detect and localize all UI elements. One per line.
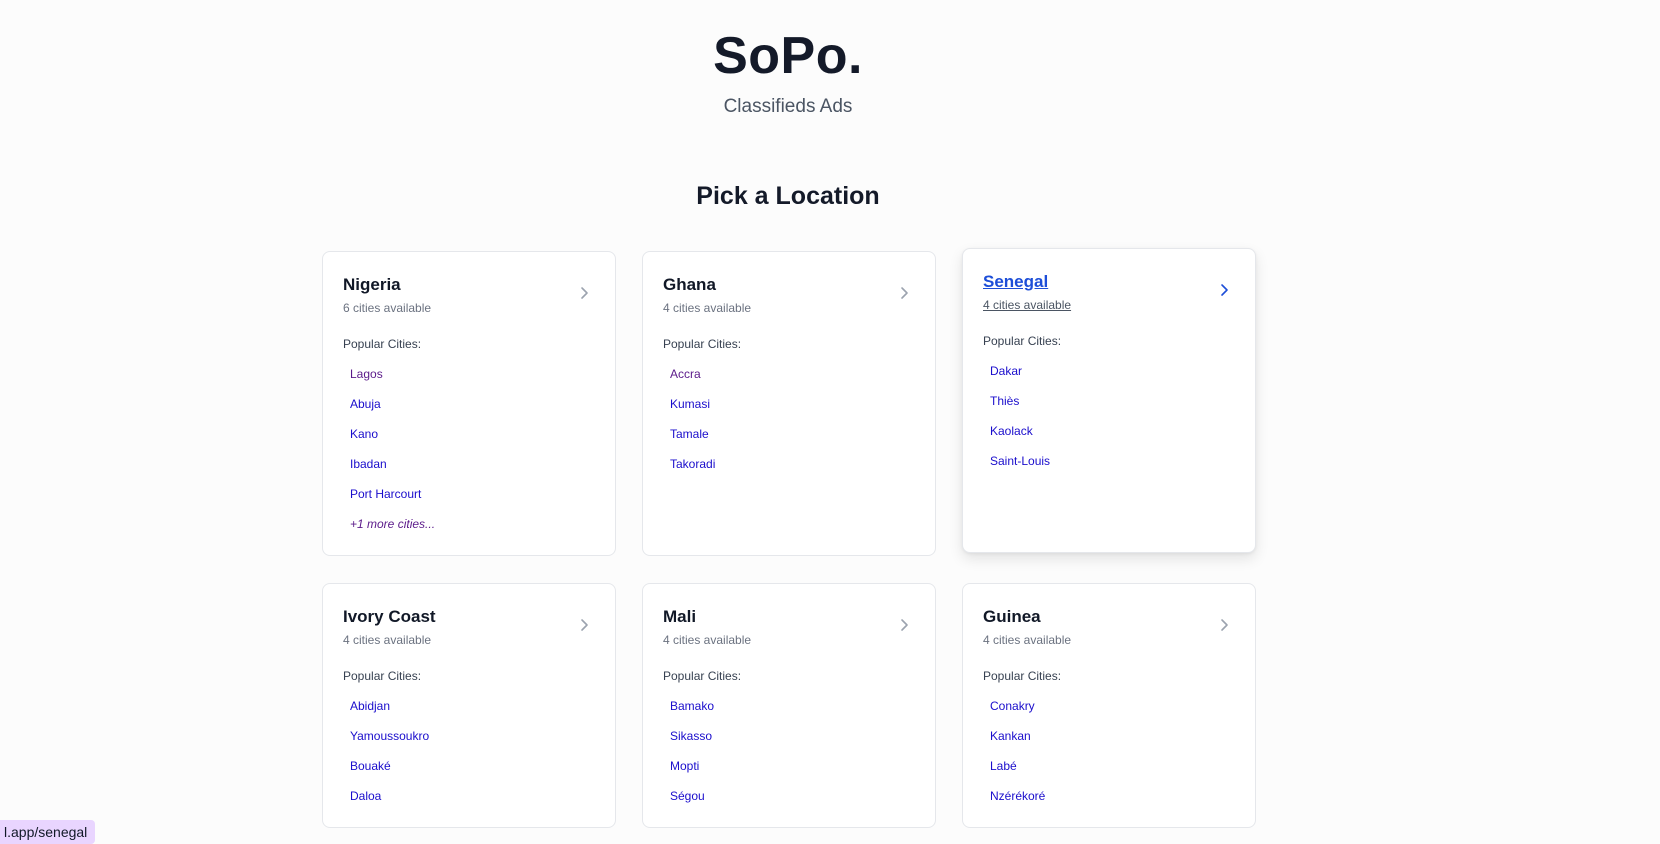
city-count: 4 cities available <box>663 301 752 315</box>
list-item: Yamoussoukro <box>350 728 429 758</box>
city-link[interactable]: Nzérékoré <box>990 789 1045 803</box>
list-item: Ibadan <box>350 456 435 486</box>
city-link[interactable]: Tamale <box>670 427 709 441</box>
city-link[interactable]: Lagos <box>350 367 383 381</box>
list-item: Abuja <box>350 396 435 426</box>
list-item: Mopti <box>670 758 714 788</box>
list-item: Port Harcourt <box>350 486 435 516</box>
list-item: Kano <box>350 426 435 456</box>
list-item: +1 more cities... <box>350 516 435 546</box>
city-link[interactable]: Bouaké <box>350 759 391 773</box>
popular-cities-label: Popular Cities: <box>343 337 422 351</box>
country-card-nigeria[interactable]: Nigeria 6 cities available Popular Cities:… <box>322 251 616 556</box>
country-name[interactable]: Mali <box>663 606 696 628</box>
country-name[interactable]: Ivory Coast <box>343 606 436 628</box>
city-link[interactable]: Kankan <box>990 729 1031 743</box>
popular-cities-label: Popular Cities: <box>663 669 742 683</box>
chevron-right-icon[interactable] <box>577 618 591 632</box>
location-grid: Nigeria 6 cities available Popular Cities:… <box>0 0 1660 837</box>
chevron-right-icon[interactable] <box>897 286 911 300</box>
country-card-ivory-coast[interactable]: Ivory Coast 4 cities available Popular Cit… <box>322 583 616 828</box>
list-item: Tamale <box>670 426 715 456</box>
list-item: Labé <box>990 758 1045 788</box>
list-item: Daloa <box>350 788 429 818</box>
city-link[interactable]: Dakar <box>990 364 1022 378</box>
country-name[interactable]: Senegal <box>983 271 1048 293</box>
list-item: Nzérékoré <box>990 788 1045 818</box>
city-link[interactable]: Saint-Louis <box>990 454 1050 468</box>
chevron-right-icon[interactable] <box>1217 283 1231 297</box>
list-item: Bouaké <box>350 758 429 788</box>
city-count: 4 cities available <box>983 633 1072 647</box>
city-link[interactable]: Takoradi <box>670 457 715 471</box>
city-link[interactable]: Abuja <box>350 397 381 411</box>
city-link[interactable]: Mopti <box>670 759 699 773</box>
city-list: Accra Kumasi Tamale Takoradi <box>670 366 715 486</box>
list-item: Accra <box>670 366 715 396</box>
list-item: Kankan <box>990 728 1045 758</box>
chevron-right-icon[interactable] <box>897 618 911 632</box>
city-link[interactable]: Kumasi <box>670 397 710 411</box>
city-link[interactable]: Thiès <box>990 394 1019 408</box>
city-list: Abidjan Yamoussoukro Bouaké Daloa <box>350 698 429 818</box>
popular-cities-label: Popular Cities: <box>343 669 422 683</box>
country-name[interactable]: Ghana <box>663 274 716 296</box>
city-link[interactable]: Ibadan <box>350 457 387 471</box>
city-count: 4 cities available <box>663 633 752 647</box>
city-list: Bamako Sikasso Mopti Ségou <box>670 698 714 818</box>
chevron-right-icon[interactable] <box>577 286 591 300</box>
city-link[interactable]: Port Harcourt <box>350 487 421 501</box>
city-link[interactable]: Yamoussoukro <box>350 729 429 743</box>
city-link[interactable]: Ségou <box>670 789 705 803</box>
popular-cities-label: Popular Cities: <box>983 669 1062 683</box>
city-count: 4 cities available <box>983 298 1072 312</box>
city-link[interactable]: Accra <box>670 367 701 381</box>
city-link[interactable]: Daloa <box>350 789 381 803</box>
list-item: Kumasi <box>670 396 715 426</box>
city-link[interactable]: Kaolack <box>990 424 1033 438</box>
list-item: Thiès <box>990 393 1050 423</box>
list-item: Ségou <box>670 788 714 818</box>
city-link[interactable]: Abidjan <box>350 699 390 713</box>
list-item: Abidjan <box>350 698 429 728</box>
city-link[interactable]: Conakry <box>990 699 1035 713</box>
list-item: Takoradi <box>670 456 715 486</box>
list-item: Sikasso <box>670 728 714 758</box>
country-card-guinea[interactable]: Guinea 4 cities available Popular Cities: C… <box>962 583 1256 828</box>
city-count: 6 cities available <box>343 301 432 315</box>
popular-cities-label: Popular Cities: <box>983 334 1062 348</box>
list-item: Conakry <box>990 698 1045 728</box>
list-item: Lagos <box>350 366 435 396</box>
city-list: Dakar Thiès Kaolack Saint-Louis <box>990 363 1050 483</box>
country-name[interactable]: Guinea <box>983 606 1041 628</box>
country-card-mali[interactable]: Mali 4 cities available Popular Cities: Bam… <box>642 583 936 828</box>
country-card-senegal[interactable]: Senegal 4 cities available Popular Cities:… <box>962 248 1256 553</box>
list-item: Saint-Louis <box>990 453 1050 483</box>
city-list: Conakry Kankan Labé Nzérékoré <box>990 698 1045 818</box>
list-item: Dakar <box>990 363 1050 393</box>
more-cities-link[interactable]: +1 more cities... <box>350 517 435 531</box>
city-link[interactable]: Labé <box>990 759 1017 773</box>
city-link[interactable]: Sikasso <box>670 729 712 743</box>
chevron-right-icon[interactable] <box>1217 618 1231 632</box>
city-link[interactable]: Bamako <box>670 699 714 713</box>
country-name[interactable]: Nigeria <box>343 274 401 296</box>
city-list: Lagos Abuja Kano Ibadan Port Harcourt +1 more… <box>350 366 435 546</box>
list-item: Bamako <box>670 698 714 728</box>
status-url-tooltip: l.app/senegal <box>0 820 96 844</box>
country-card-ghana[interactable]: Ghana 4 cities available Popular Cities: Ac… <box>642 251 936 556</box>
popular-cities-label: Popular Cities: <box>663 337 742 351</box>
city-count: 4 cities available <box>343 633 432 647</box>
city-link[interactable]: Kano <box>350 427 378 441</box>
list-item: Kaolack <box>990 423 1050 453</box>
